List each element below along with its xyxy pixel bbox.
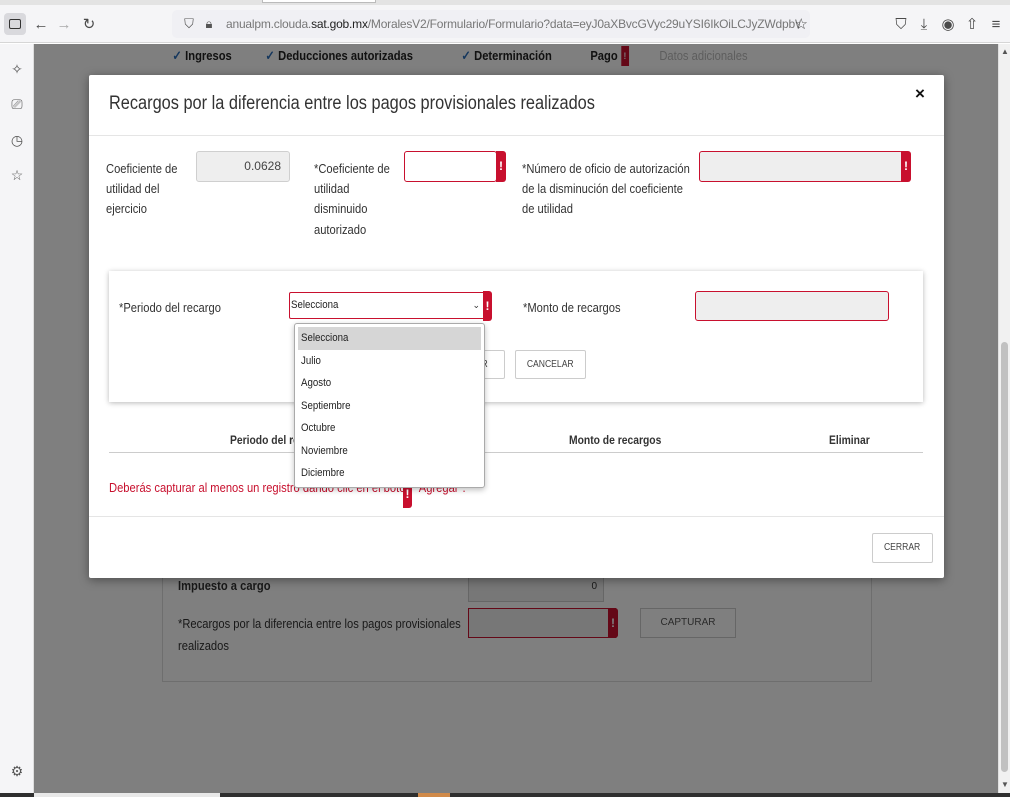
divider	[89, 135, 944, 136]
header-periodo: Periodo del re	[230, 433, 299, 447]
cancelar-button[interactable]: CANCELAR	[515, 350, 586, 379]
modal-title: Recargos por la diferencia entre los pag…	[109, 93, 595, 114]
ai-chat-icon[interactable]: ✧	[8, 60, 26, 78]
taskbar-strip	[0, 793, 1010, 797]
recargo-entry-card: *Periodo del recargo Selecciona ⌄ ! *Mon…	[109, 271, 923, 402]
bookmark-star-icon[interactable]: ☆	[795, 15, 808, 33]
option-octubre[interactable]: Octubre	[298, 417, 481, 440]
header-eliminar: Eliminar	[829, 433, 870, 447]
url-text[interactable]: anualpm.clouda.sat.gob.mx/MoralesV2/Form…	[226, 17, 800, 31]
close-icon[interactable]: ×	[915, 84, 925, 104]
forward-icon[interactable]: →	[53, 13, 75, 35]
settings-icon[interactable]: ⚙	[8, 762, 26, 780]
bookmarks-icon[interactable]: ☆	[8, 166, 26, 184]
account-icon[interactable]: ◉	[937, 13, 959, 35]
extensions-icon[interactable]: ⇧	[961, 13, 983, 35]
option-julio[interactable]: Julio	[298, 350, 481, 373]
required-mark: !	[483, 291, 492, 321]
option-septiembre[interactable]: Septiembre	[298, 395, 481, 418]
table-divider	[109, 452, 923, 453]
browser-sidebar: ✧ ⎚ ◷ ☆ ⚙	[0, 44, 34, 797]
page-scrollbar[interactable]: ▲ ▼	[998, 44, 1010, 793]
option-noviembre[interactable]: Noviembre	[298, 440, 481, 463]
active-tab-edge[interactable]	[262, 0, 376, 3]
coeficiente-disminuido-field[interactable]	[404, 151, 497, 182]
synced-tabs-icon[interactable]: ⎚	[8, 95, 26, 113]
download-icon[interactable]: ⤓	[913, 13, 935, 35]
back-icon[interactable]: ←	[30, 13, 52, 35]
coeficiente-field: 0.0628	[196, 151, 290, 182]
option-agosto[interactable]: Agosto	[298, 372, 481, 395]
chevron-down-icon: ⌄	[472, 300, 480, 310]
cerrar-button[interactable]: CERRAR	[872, 533, 933, 563]
scroll-up-icon[interactable]: ▲	[1000, 47, 1010, 56]
browser-toolbar: ← → ↻ ⛉ 🔒︎ anualpm.clouda.sat.gob.mx/Mor…	[0, 5, 1010, 43]
recargos-modal: Recargos por la diferencia entre los pag…	[89, 75, 944, 578]
pocket-icon[interactable]: ⛉	[890, 13, 912, 35]
footer-divider	[89, 516, 944, 517]
shield-icon[interactable]: ⛉	[180, 16, 198, 32]
periodo-label: *Periodo del recargo	[119, 300, 221, 315]
periodo-dropdown-list: Selecciona Julio Agosto Septiembre Octub…	[294, 323, 485, 488]
periodo-select[interactable]: Selecciona ⌄	[289, 292, 485, 319]
header-monto: Monto de recargos	[569, 433, 662, 447]
option-diciembre[interactable]: Diciembre	[298, 462, 481, 485]
required-mark: !	[901, 151, 911, 182]
scroll-thumb[interactable]	[1001, 342, 1008, 772]
monto-label: *Monto de recargos	[523, 300, 621, 315]
address-bar[interactable]: ⛉ 🔒︎ anualpm.clouda.sat.gob.mx/MoralesV2…	[172, 10, 810, 38]
scroll-down-icon[interactable]: ▼	[1000, 780, 1010, 789]
lock-icon[interactable]: 🔒︎	[200, 16, 218, 32]
reload-icon[interactable]: ↻	[78, 13, 100, 35]
required-mark: !	[496, 151, 506, 182]
menu-icon[interactable]: ≡	[985, 13, 1007, 35]
option-selecciona[interactable]: Selecciona	[298, 327, 481, 350]
sidebar-toggle-icon[interactable]	[4, 13, 26, 35]
numero-oficio-field[interactable]	[699, 151, 903, 182]
monto-field[interactable]	[695, 291, 889, 321]
history-icon[interactable]: ◷	[8, 131, 26, 149]
